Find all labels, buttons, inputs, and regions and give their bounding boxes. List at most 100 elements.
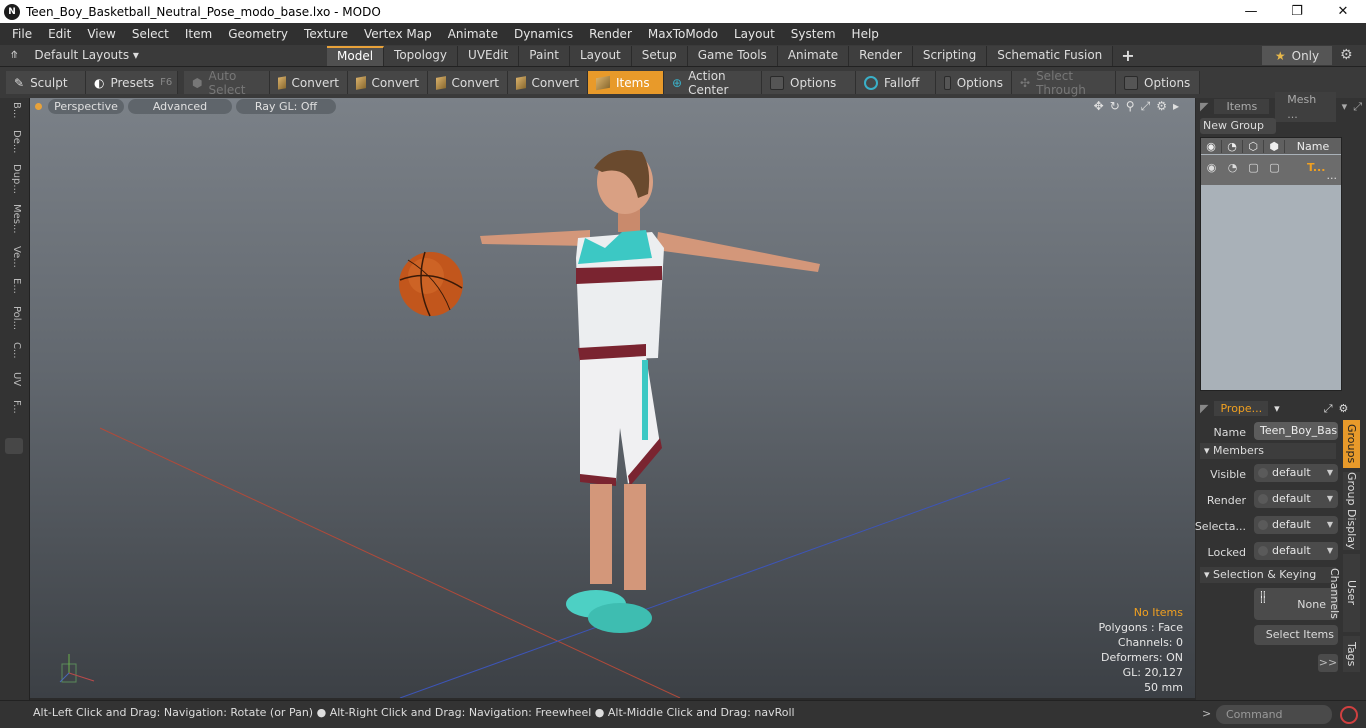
- selection-keying-section[interactable]: ▾ Selection & Keying: [1200, 567, 1336, 583]
- strip-tab-fusion[interactable]: F...: [6, 400, 22, 414]
- properties-expand-icon[interactable]: ⤢: [1324, 402, 1333, 416]
- visibility-eye-icon[interactable]: ◉: [1201, 139, 1222, 153]
- name-field[interactable]: Teen_Boy_Bask: [1254, 422, 1338, 440]
- strip-tab-deform[interactable]: De...: [6, 130, 22, 153]
- menu-file[interactable]: File: [4, 27, 40, 41]
- menu-animate[interactable]: Animate: [440, 27, 506, 41]
- menu-view[interactable]: View: [79, 27, 123, 41]
- side-tab-groups[interactable]: Groups: [1343, 420, 1360, 468]
- options-button-2[interactable]: Options: [936, 71, 1012, 94]
- items-button[interactable]: Items: [588, 71, 664, 94]
- rotate-view-icon[interactable]: ↻: [1110, 99, 1120, 114]
- tab-render[interactable]: Render: [849, 46, 913, 66]
- menu-vertex-map[interactable]: Vertex Map: [356, 27, 440, 41]
- menu-help[interactable]: Help: [844, 27, 887, 41]
- locked-dropdown[interactable]: default: [1254, 542, 1338, 560]
- menu-layout[interactable]: Layout: [726, 27, 783, 41]
- strip-tab-uv[interactable]: UV: [6, 372, 22, 386]
- tab-schematic-fusion[interactable]: Schematic Fusion: [987, 46, 1114, 66]
- name-column-header[interactable]: Name: [1285, 140, 1341, 153]
- tab-game-tools[interactable]: Game Tools: [687, 46, 778, 66]
- strip-tab-edge[interactable]: E...: [6, 278, 22, 294]
- strip-tab-vertex[interactable]: Ve...: [6, 246, 22, 268]
- options-button-1[interactable]: Options: [762, 71, 856, 94]
- panel-expand-icon[interactable]: ⤢: [1353, 100, 1362, 114]
- properties-menu-icon[interactable]: ◤: [1200, 402, 1208, 415]
- select-items-button[interactable]: Select Items: [1254, 625, 1338, 645]
- tab-paint[interactable]: Paint: [519, 46, 570, 66]
- maximize-view-icon[interactable]: ⤢: [1141, 99, 1151, 114]
- menu-geometry[interactable]: Geometry: [220, 27, 296, 41]
- layouts-dropdown[interactable]: ⤊ Default Layouts ▾: [10, 48, 139, 62]
- menu-dynamics[interactable]: Dynamics: [506, 27, 581, 41]
- menu-render[interactable]: Render: [581, 27, 640, 41]
- basketball-model[interactable]: [399, 251, 463, 317]
- select-icon[interactable]: ⬡: [1243, 139, 1264, 153]
- members-section[interactable]: ▾ Members: [1200, 443, 1336, 459]
- tab-layout[interactable]: Layout: [569, 46, 632, 66]
- strip-tab-polygon[interactable]: Pol...: [6, 306, 22, 330]
- convert-button-4[interactable]: Convert: [508, 71, 588, 94]
- strip-expand-button[interactable]: [5, 438, 23, 454]
- perspective-dropdown[interactable]: Perspective: [48, 99, 124, 114]
- group-row[interactable]: ◉ ◔ ▢ ▢ T... ...: [1201, 155, 1341, 185]
- new-group-button[interactable]: New Group: [1200, 118, 1276, 134]
- minimize-button[interactable]: —: [1228, 0, 1274, 23]
- strip-tab-basic[interactable]: B...: [6, 102, 22, 118]
- row-select-icon[interactable]: ▢: [1243, 161, 1264, 174]
- presets-button[interactable]: ◐ Presets F6: [86, 71, 178, 94]
- viewport-menu-dot[interactable]: [35, 103, 42, 110]
- visible-dropdown[interactable]: default: [1254, 464, 1338, 482]
- panel-dropdown-icon[interactable]: ▾: [1342, 100, 1348, 113]
- only-toggle[interactable]: ★ Only: [1262, 46, 1332, 65]
- lock-icon[interactable]: ⬢: [1264, 139, 1285, 153]
- record-icon[interactable]: [1340, 706, 1358, 724]
- zoom-view-icon[interactable]: ⚲: [1126, 99, 1135, 114]
- maximize-button[interactable]: ❐: [1274, 0, 1320, 23]
- viewport-more-icon[interactable]: ▸: [1173, 99, 1179, 114]
- convert-button-2[interactable]: Convert: [348, 71, 428, 94]
- render-dropdown[interactable]: default: [1254, 490, 1338, 508]
- menu-edit[interactable]: Edit: [40, 27, 79, 41]
- strip-tab-mesh-edit[interactable]: Mes...: [6, 204, 22, 234]
- tab-scripting[interactable]: Scripting: [912, 46, 988, 66]
- tab-animate[interactable]: Animate: [777, 46, 850, 66]
- strip-tab-curve[interactable]: C...: [6, 342, 22, 359]
- properties-dropdown-icon[interactable]: ▾: [1274, 402, 1280, 415]
- tab-uvedit[interactable]: UVEdit: [458, 46, 520, 66]
- side-tab-tags[interactable]: Tags: [1343, 636, 1360, 672]
- row-eye-icon[interactable]: ◉: [1201, 161, 1222, 174]
- render-icon[interactable]: ◔: [1222, 139, 1243, 153]
- row-render-icon[interactable]: ◔: [1222, 161, 1243, 174]
- properties-gear-icon[interactable]: ⚙: [1339, 402, 1349, 415]
- action-center-button[interactable]: ⊕ Action Center: [664, 69, 762, 97]
- menu-item[interactable]: Item: [177, 27, 220, 41]
- move-view-icon[interactable]: ✥: [1094, 99, 1104, 114]
- group-row-more[interactable]: ...: [1327, 169, 1338, 182]
- close-button[interactable]: ✕: [1320, 0, 1366, 23]
- menu-texture[interactable]: Texture: [296, 27, 356, 41]
- 3d-viewport[interactable]: Perspective Advanced Ray GL: Off ✥ ↻ ⚲ ⤢…: [30, 98, 1195, 698]
- tab-properties[interactable]: Prope...: [1214, 401, 1269, 416]
- viewport-gear-icon[interactable]: ⚙: [1156, 99, 1167, 114]
- add-tab-button[interactable]: +: [1113, 46, 1142, 66]
- auto-select-button[interactable]: ⬢ Auto Select: [184, 69, 270, 97]
- command-input[interactable]: Command: [1216, 705, 1332, 724]
- convert-button-1[interactable]: Convert: [270, 71, 348, 94]
- raygl-toggle[interactable]: Ray GL: Off: [236, 99, 336, 114]
- sculpt-button[interactable]: ✎ Sculpt: [6, 71, 86, 94]
- tab-mesh[interactable]: Mesh ...: [1275, 91, 1336, 122]
- tab-topology[interactable]: Topology: [384, 46, 459, 66]
- convert-button-3[interactable]: Convert: [428, 71, 508, 94]
- select-through-button[interactable]: ✣ Select Through: [1012, 69, 1116, 97]
- menu-system[interactable]: System: [783, 27, 844, 41]
- panel-menu-icon[interactable]: ◤: [1200, 100, 1208, 113]
- advanced-dropdown[interactable]: Advanced: [128, 99, 232, 114]
- side-tab-user-channels[interactable]: User Channels: [1328, 554, 1360, 632]
- strip-tab-duplicate[interactable]: Dup...: [6, 164, 22, 194]
- options-button-3[interactable]: Options: [1116, 71, 1200, 94]
- menu-maxtomodo[interactable]: MaxToModo: [640, 27, 726, 41]
- row-lock-icon[interactable]: ▢: [1264, 161, 1285, 174]
- selectable-dropdown[interactable]: default: [1254, 516, 1338, 534]
- teen-boy-model[interactable]: [480, 150, 820, 633]
